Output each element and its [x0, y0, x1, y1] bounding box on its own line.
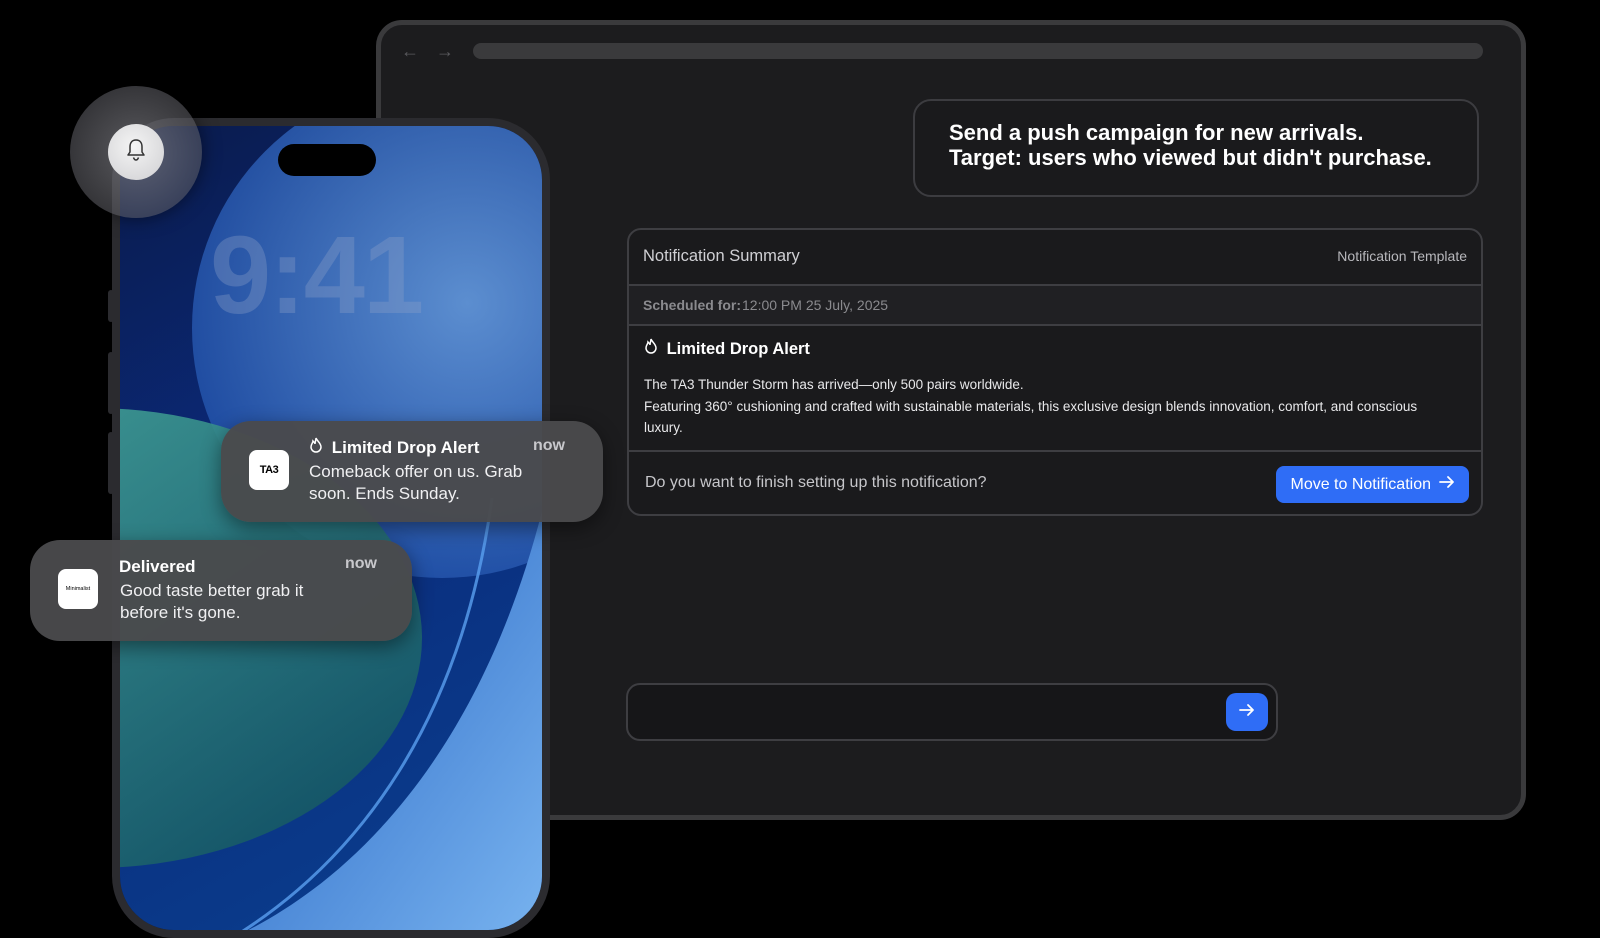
notification-template-link[interactable]: Notification Template: [1337, 248, 1467, 264]
move-to-notification-button[interactable]: Move to Notification: [1276, 466, 1469, 503]
address-bar[interactable]: [473, 43, 1483, 59]
scheduled-value: 12:00 PM 25 July, 2025: [742, 297, 889, 313]
notification-title: Limited Drop Alert: [309, 437, 479, 458]
app-icon-ta3: TA3: [249, 450, 289, 490]
app-icon-text: TA3: [259, 464, 279, 476]
notification-time: now: [533, 437, 565, 454]
alert-title: Limited Drop Alert: [666, 340, 810, 358]
app-icon-text: Minimalist: [65, 586, 91, 592]
chat-input[interactable]: [626, 683, 1278, 741]
bell-icon: [125, 138, 147, 167]
scheduled-row: Scheduled for: 12:00 PM 25 July, 2025: [629, 286, 1481, 326]
notification-limited-drop[interactable]: TA3 Limited Drop Alert now Comeback offe…: [221, 421, 603, 522]
nav-arrows[interactable]: ← →: [401, 41, 460, 62]
notification-body-line-2: soon. Ends Sunday.: [309, 484, 460, 503]
notification-body-line-1: Good taste better grab it: [120, 581, 304, 600]
notification-time: now: [345, 555, 377, 572]
fire-icon: [644, 338, 658, 359]
notification-body: Good taste better grab it before it's go…: [120, 580, 303, 624]
notification-title: Delivered: [119, 557, 196, 576]
summary-header: Notification Summary Notification Templa…: [629, 230, 1481, 286]
summary-body: Limited Drop Alert The TA3 Thunder Storm…: [629, 326, 1481, 452]
scheduled-label: Scheduled for:: [643, 297, 742, 313]
dynamic-island: [278, 144, 376, 176]
notification-delivered[interactable]: Minimalist Delivered now Good taste bett…: [30, 540, 412, 641]
summary-title: Notification Summary: [643, 247, 800, 265]
notification-body-line-2: before it's gone.: [120, 603, 241, 622]
notification-title-text: Limited Drop Alert: [331, 438, 480, 457]
send-button[interactable]: [1226, 693, 1268, 731]
desc-line-2: Featuring 360° cushioning and crafted wi…: [644, 398, 1418, 436]
summary-footer: Do you want to finish setting up this no…: [629, 452, 1481, 514]
notification-body-line-1: Comeback offer on us. Grab: [309, 462, 523, 481]
prompt-line-2: Target: users who viewed but didn't purc…: [949, 145, 1432, 170]
move-button-label: Move to Notification: [1290, 475, 1431, 493]
lockscreen-time: 9:41: [210, 214, 424, 337]
user-prompt-bubble: Send a push campaign for new arrivals. T…: [913, 99, 1479, 197]
notification-bell-button[interactable]: [70, 86, 202, 218]
app-icon-minimalist: Minimalist: [58, 569, 98, 609]
arrow-right-icon: [1239, 703, 1255, 722]
finish-question: Do you want to finish setting up this no…: [645, 474, 987, 491]
alert-description: The TA3 Thunder Storm has arrived—only 5…: [644, 374, 1424, 439]
notification-body: Comeback offer on us. Grab soon. Ends Su…: [309, 461, 522, 505]
notification-summary-card: Notification Summary Notification Templa…: [627, 228, 1483, 516]
arrow-right-icon: [1439, 475, 1455, 494]
prompt-line-1: Send a push campaign for new arrivals.: [949, 120, 1364, 145]
fire-icon: [309, 437, 324, 458]
desc-line-1: The TA3 Thunder Storm has arrived—only 5…: [644, 377, 1024, 392]
alert-heading: Limited Drop Alert: [644, 338, 810, 359]
bell-icon-container: [108, 124, 164, 180]
